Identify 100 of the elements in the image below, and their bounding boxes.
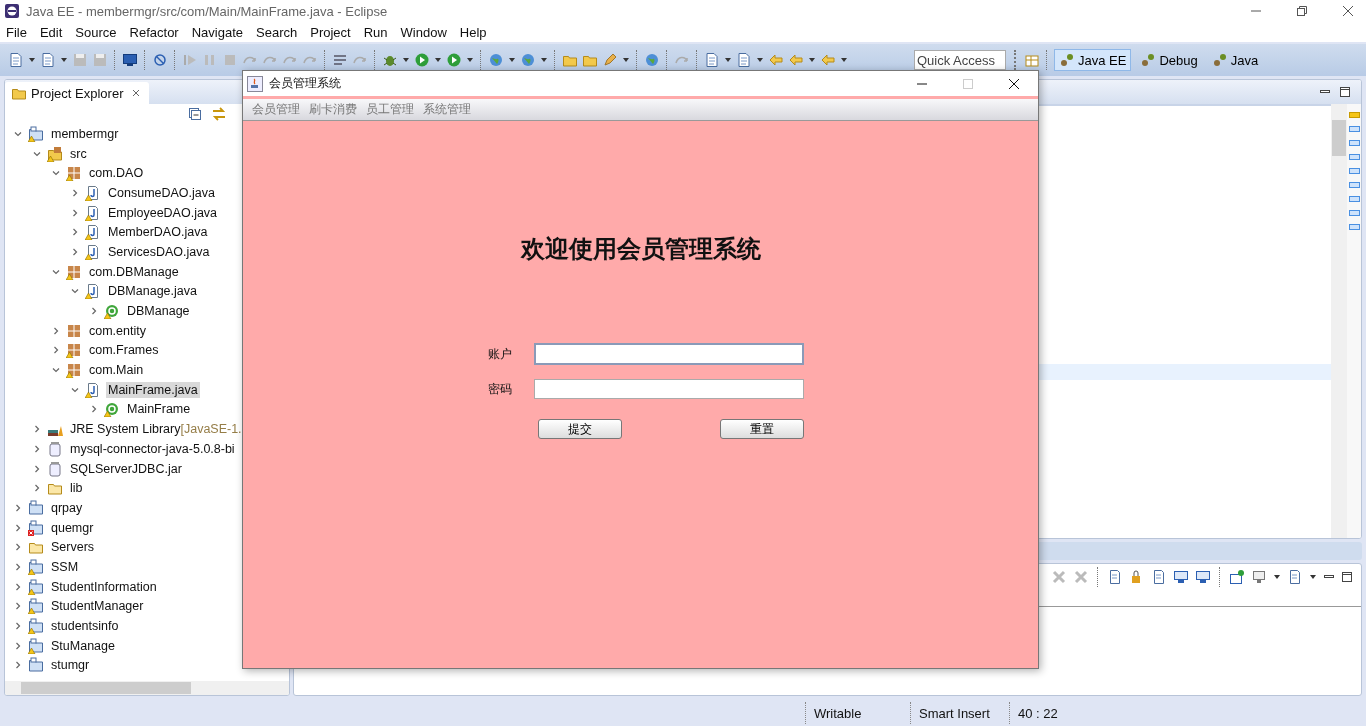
tree-item[interactable]: SQLServerJDBC.jar [68, 460, 184, 477]
open-perspective-icon[interactable] [1024, 52, 1040, 68]
monitor-icon[interactable] [122, 52, 138, 68]
tree-item[interactable]: membermgr [49, 125, 121, 142]
tree-item[interactable]: MainFrame [125, 401, 193, 418]
chevron-icon[interactable] [89, 404, 99, 415]
menu-item[interactable]: Run [363, 24, 388, 40]
perspective-tab[interactable]: Debug [1135, 49, 1203, 71]
document-icon[interactable] [1151, 569, 1167, 585]
tree-item[interactable]: Servers [49, 539, 97, 556]
input-field[interactable] [533, 379, 804, 399]
tree-item[interactable]: JRE System Library[JavaSE-1. [68, 421, 244, 438]
tree-item[interactable]: com.DAO [87, 165, 146, 182]
chevron-icon[interactable] [51, 345, 61, 356]
chevron-icon[interactable] [70, 187, 80, 198]
tree-item[interactable]: qrpay [49, 499, 85, 516]
chevron-icon[interactable] [13, 621, 23, 632]
ruler-marker[interactable] [1348, 154, 1360, 160]
scrollbar[interactable] [1331, 104, 1347, 538]
ruler-marker[interactable] [1348, 196, 1360, 202]
chevron-icon[interactable] [32, 483, 42, 494]
form-button[interactable]: 重置 [719, 419, 804, 439]
perspective-icon[interactable] [1140, 52, 1157, 68]
menu-item[interactable]: 刷卡消费 [309, 101, 357, 118]
document-icon[interactable] [704, 52, 720, 68]
run-icon[interactable] [414, 52, 430, 68]
tree-item[interactable]: com.DBManage [87, 263, 181, 280]
close-icon[interactable] [1008, 77, 1020, 90]
chevron-icon[interactable] [70, 207, 80, 218]
tree-item[interactable]: lib [68, 480, 85, 497]
globe-icon[interactable] [644, 52, 660, 68]
menu-item[interactable]: File [6, 24, 27, 40]
document-icon[interactable] [1107, 569, 1123, 585]
document-icon[interactable] [40, 52, 56, 68]
document-icon[interactable] [736, 52, 752, 68]
ruler-marker[interactable] [1348, 224, 1360, 230]
collapse-all-icon[interactable] [187, 106, 203, 122]
tree-item[interactable]: mysql-connector-java-5.0.8-bi [68, 440, 237, 457]
chevron-icon[interactable] [13, 561, 23, 572]
chevron-icon[interactable] [13, 522, 23, 533]
tree-item[interactable]: com.Main [87, 362, 146, 379]
chevron-icon[interactable] [51, 325, 61, 336]
chevron-icon[interactable] [32, 443, 42, 454]
message-icon[interactable] [1195, 569, 1211, 585]
chevron-icon[interactable] [13, 640, 23, 651]
maximize-icon[interactable] [1341, 571, 1353, 583]
menu-item[interactable]: 会员管理 [252, 101, 300, 118]
tree-item[interactable]: MemberDAO.java [106, 224, 210, 241]
restore-icon[interactable] [1296, 5, 1308, 17]
tree-item[interactable]: studentsinfo [49, 618, 121, 635]
tree-item[interactable]: StudentManager [49, 598, 146, 615]
tree-item[interactable]: com.Frames [87, 342, 161, 359]
chevron-icon[interactable] [13, 542, 23, 553]
menu-item[interactable]: Refactor [129, 24, 179, 40]
ruler-marker[interactable] [1348, 210, 1360, 216]
close-icon[interactable] [1342, 5, 1354, 17]
project-explorer-tab[interactable]: Project Explorer [5, 82, 150, 104]
message-icon[interactable] [1173, 569, 1189, 585]
quick-access-field[interactable]: Quick Access [914, 50, 1006, 70]
tree-item[interactable]: SSM [49, 558, 81, 575]
tree-item[interactable]: ConsumeDAO.java [106, 184, 217, 201]
menu-item[interactable]: Help [459, 24, 487, 40]
tree-item[interactable]: DBManage.java [106, 283, 199, 300]
horizontal-scrollbar[interactable] [5, 681, 289, 695]
ruler-marker[interactable] [1348, 140, 1360, 146]
form-button[interactable]: 提交 [537, 419, 622, 439]
monitor-icon[interactable] [1251, 569, 1267, 585]
run-icon[interactable] [446, 52, 462, 68]
menu-item[interactable]: Source [75, 24, 117, 40]
chevron-icon[interactable] [89, 306, 99, 317]
tree-item[interactable]: quemgr [49, 519, 96, 536]
tree-item[interactable]: com.entity [87, 322, 148, 339]
ruler-marker[interactable] [1348, 182, 1360, 188]
ruler-marker[interactable] [1348, 126, 1360, 132]
chevron-icon[interactable] [13, 660, 23, 671]
chevron-icon[interactable] [32, 424, 42, 435]
perspective-tab[interactable]: Java EE [1054, 49, 1132, 71]
tree-item[interactable]: stumgr [49, 657, 92, 674]
menu-item[interactable]: Search [256, 24, 298, 40]
slash-icon[interactable] [152, 52, 168, 68]
tree-item[interactable]: DBManage [125, 303, 192, 320]
document-icon[interactable] [1287, 569, 1303, 585]
chevron-icon[interactable] [70, 246, 80, 257]
menu-item[interactable]: Navigate [191, 24, 243, 40]
perspective-icon[interactable] [1211, 52, 1228, 68]
warning-marker[interactable] [1348, 112, 1360, 118]
chevron-icon[interactable] [70, 227, 80, 238]
perspective-tab[interactable]: Java [1206, 49, 1264, 71]
chevron-icon[interactable] [13, 502, 23, 513]
ruler-marker[interactable] [1348, 168, 1360, 174]
chevron-icon[interactable] [13, 601, 23, 612]
menu-item[interactable]: Project [310, 24, 351, 40]
tree-item[interactable]: src [68, 145, 89, 162]
chevron-icon[interactable] [32, 463, 42, 474]
maximize-icon[interactable] [1339, 86, 1351, 98]
menu-item[interactable]: Window [400, 24, 447, 40]
lines-icon[interactable] [332, 52, 348, 68]
menu-item[interactable]: 员工管理 [366, 101, 414, 118]
perspective-icon[interactable] [1059, 52, 1075, 68]
tree-item[interactable]: ServicesDAO.java [106, 243, 212, 260]
